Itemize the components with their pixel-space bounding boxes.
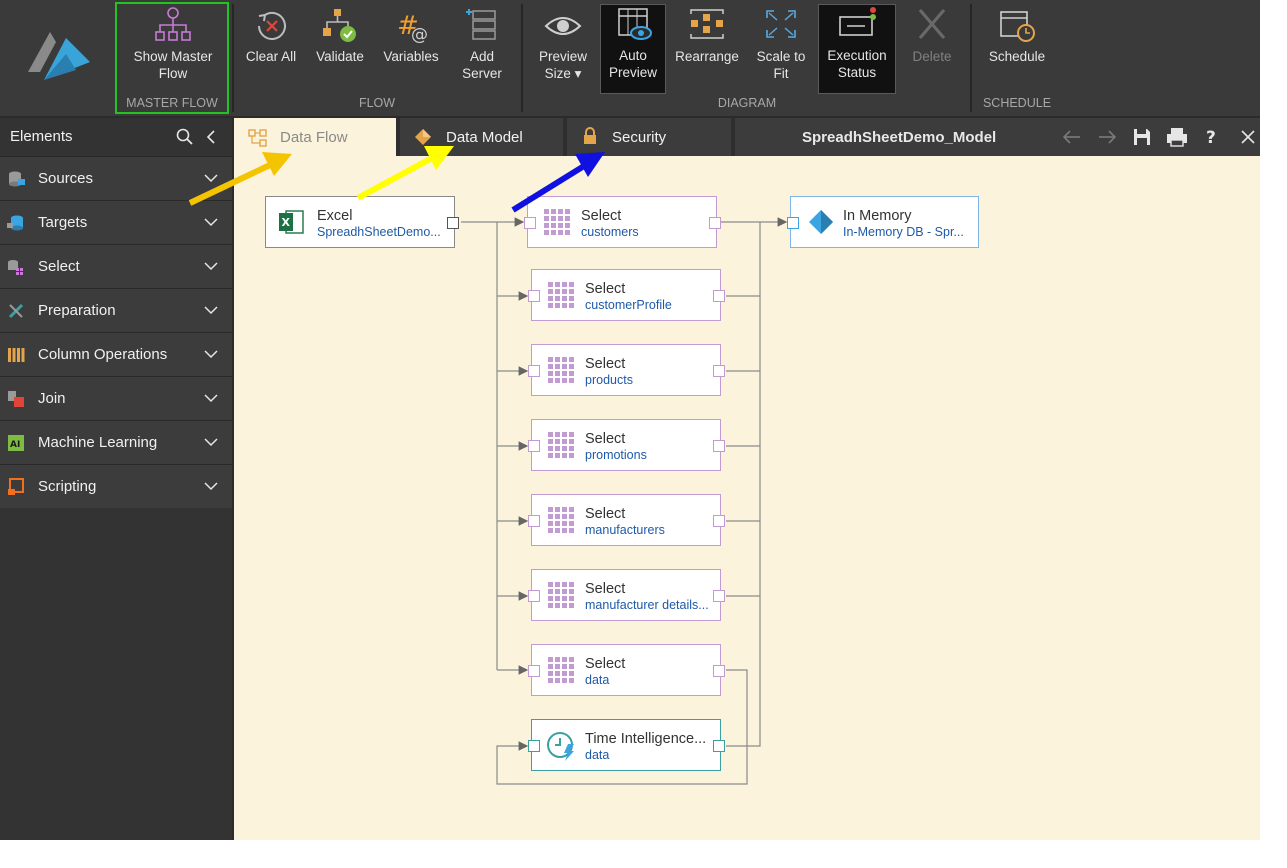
yellow-arrow: [356, 146, 454, 201]
annotation-arrows: [188, 146, 605, 213]
orange-arrow: [188, 152, 292, 206]
app-window: Show Master Flow MASTER FLOW Clear All V…: [0, 0, 1260, 840]
blue-arrow: [511, 152, 605, 213]
